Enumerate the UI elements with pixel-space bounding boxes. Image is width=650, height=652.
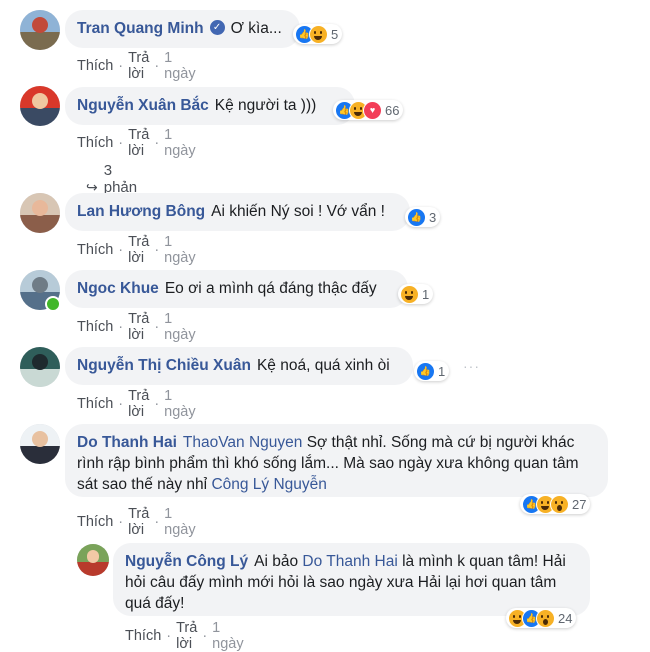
comment-actions: Thích · Trả lời · 1 ngày [77, 234, 196, 266]
haha-reaction-icon [400, 284, 419, 304]
commenter-name[interactable]: Lan Hương Bông [77, 203, 205, 220]
timestamp[interactable]: 1 ngày [164, 50, 195, 82]
avatar[interactable] [20, 10, 60, 50]
comment-actions: Thích · Trả lời · 1 ngày [77, 311, 196, 343]
timestamp[interactable]: 1 ngày [164, 311, 195, 343]
online-status-indicator [45, 296, 61, 312]
reply-link[interactable]: Trả lời [128, 234, 149, 266]
reactions-summary[interactable]: 👍 27 [520, 494, 591, 514]
reaction-count: 27 [572, 496, 587, 512]
reply-link[interactable]: Trả lời [176, 620, 197, 652]
mention-link[interactable]: Công Lý Nguyễn [211, 476, 326, 493]
commenter-name[interactable]: Do Thanh Hai [77, 434, 177, 451]
reaction-count: 24 [558, 610, 573, 626]
like-link[interactable]: Thích [77, 58, 113, 74]
like-link[interactable]: Thích [77, 514, 113, 530]
mention-link[interactable]: Do Thanh Hai [302, 553, 397, 570]
reaction-count: 5 [331, 26, 339, 42]
like-link[interactable]: Thích [77, 319, 113, 335]
timestamp[interactable]: 1 ngày [164, 388, 195, 420]
like-link[interactable]: Thích [77, 242, 113, 258]
like-link[interactable]: Thích [77, 396, 113, 412]
comment-text: Kệ người ta ))) [214, 97, 317, 114]
reply-link[interactable]: Trả lời [128, 506, 149, 538]
comment-bubble: Do Thanh Hai ThaoVan Nguyen Sợ thật nhỉ. … [65, 424, 608, 497]
comment-bubble: Lan Hương Bông Ai khiến Ný soi ! Vớ vẩn ! [65, 193, 410, 231]
comment-actions: Thích · Trả lời · 1 ngày [77, 127, 196, 159]
commenter-name[interactable]: Ngoc Khue [77, 280, 159, 297]
comment-text: Ơ kìa... [230, 20, 282, 37]
comment-bubble: Ngoc Khue Eo ơi a mình qá đáng thậc đấy [65, 270, 408, 308]
timestamp[interactable]: 1 ngày [164, 127, 195, 159]
love-reaction-icon: ♥ [363, 100, 382, 120]
timestamp[interactable]: 1 ngày [164, 506, 195, 538]
comment-bubble: Nguyễn Xuân Bắc Kệ người ta ))) [65, 87, 355, 125]
comment-bubble: Tran Quang Minh ✓ Ơ kìa... [65, 10, 300, 48]
like-reaction-icon: 👍 [407, 207, 426, 227]
reactions-summary[interactable]: 👍 3 [405, 207, 441, 227]
commenter-name[interactable]: Nguyễn Thị Chiều Xuân [77, 357, 251, 374]
avatar[interactable] [20, 86, 60, 126]
verified-badge-icon: ✓ [209, 20, 225, 36]
wow-reaction-icon [536, 608, 555, 628]
commenter-name[interactable]: Nguyễn Công Lý [125, 553, 248, 570]
comment-text: Ai khiến Ný soi ! Vớ vẩn ! [211, 203, 385, 220]
avatar[interactable] [20, 424, 60, 464]
commenter-name[interactable]: Nguyễn Xuân Bắc [77, 97, 209, 114]
reply-link[interactable]: Trả lời [128, 311, 149, 343]
reply-link[interactable]: Trả lời [128, 127, 149, 159]
reactions-summary[interactable]: 👍 1 [414, 361, 450, 381]
like-link[interactable]: Thích [125, 628, 161, 644]
comment-bubble: Nguyễn Thị Chiều Xuân Kệ noá, quá xinh òi [65, 347, 413, 385]
reply-link[interactable]: Trả lời [128, 50, 149, 82]
avatar[interactable] [77, 544, 109, 576]
reply-link[interactable]: Trả lời [128, 388, 149, 420]
mention-link[interactable]: ThaoVan Nguyen [183, 434, 303, 451]
reaction-count: 3 [429, 209, 437, 225]
more-options-icon[interactable]: ··· [463, 358, 480, 374]
haha-reaction-icon [309, 24, 328, 44]
reactions-summary[interactable]: 1 [398, 284, 434, 304]
reactions-summary[interactable]: 👍 24 [506, 608, 577, 628]
reaction-count: 1 [438, 363, 446, 379]
reactions-summary[interactable]: 👍 ♥ 66 [333, 100, 404, 120]
like-link[interactable]: Thích [77, 135, 113, 151]
comment-actions: Thích · Trả lời · 1 ngày [77, 50, 196, 82]
reaction-count: 1 [422, 286, 430, 302]
reaction-count: 66 [385, 102, 400, 118]
reactions-summary[interactable]: 👍 5 [293, 24, 343, 44]
comment-actions: Thích · Trả lời · 1 ngày [77, 388, 196, 420]
comment-bubble: Nguyễn Công Lý Ai bảo Do Thanh Hai là mìn… [113, 543, 590, 616]
comment-text: Eo ơi a mình qá đáng thậc đấy [164, 280, 377, 297]
wow-reaction-icon [550, 494, 569, 514]
comment-text: Kệ noá, quá xinh òi [256, 357, 390, 374]
comment-actions: Thích · Trả lời · 1 ngày [125, 620, 244, 652]
comment-text: Ai bảo [254, 553, 299, 570]
commenter-name[interactable]: Tran Quang Minh [77, 20, 204, 37]
timestamp[interactable]: 1 ngày [164, 234, 195, 266]
like-reaction-icon: 👍 [416, 361, 435, 381]
timestamp[interactable]: 1 ngày [212, 620, 243, 652]
comment-actions: Thích · Trả lời · 1 ngày [77, 506, 196, 538]
avatar[interactable] [20, 193, 60, 233]
avatar[interactable] [20, 347, 60, 387]
